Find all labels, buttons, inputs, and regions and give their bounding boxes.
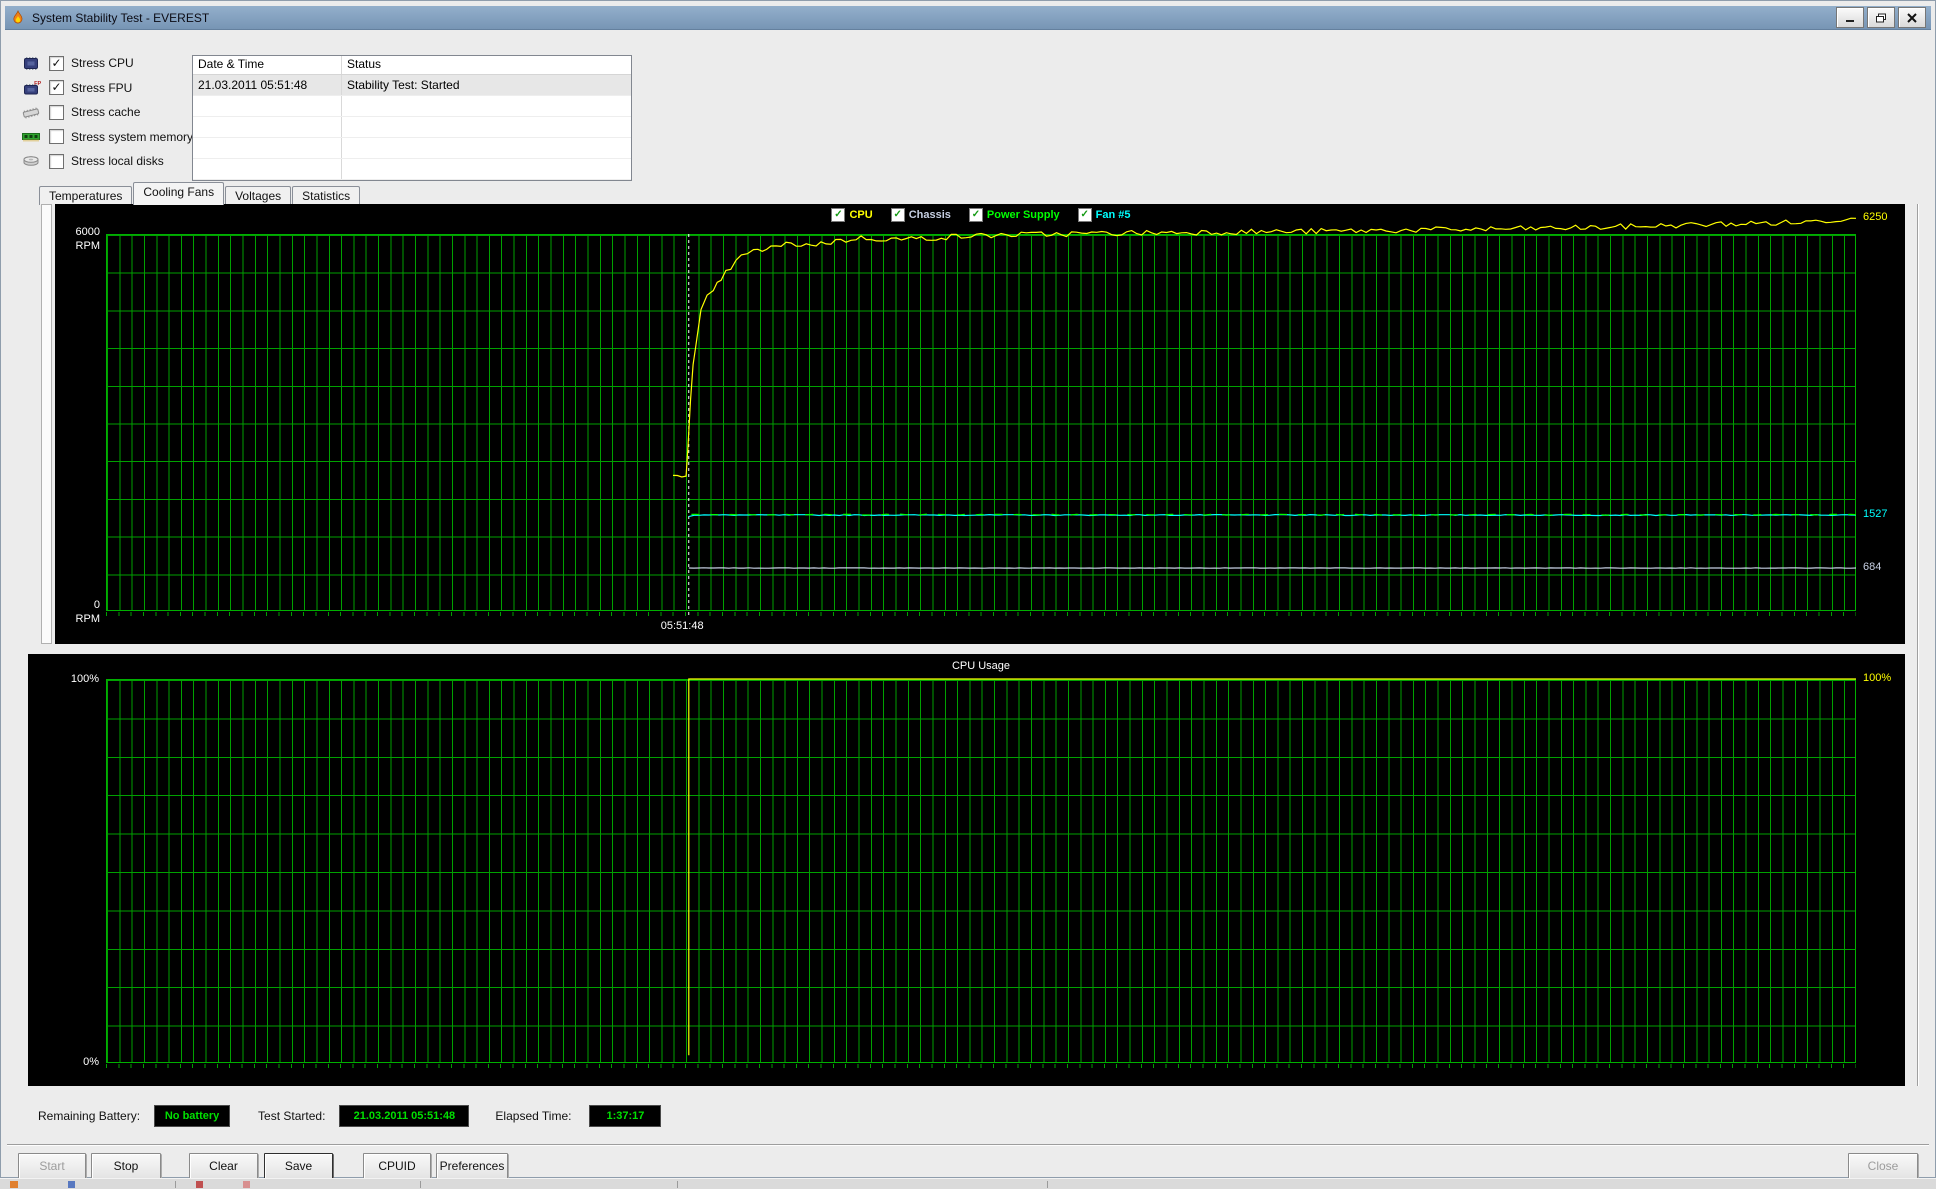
stress-option-label: Stress cache	[71, 105, 140, 119]
series-end-label-fan-5: 1527	[1863, 508, 1887, 520]
elapsed-time-value: 1:37:17	[589, 1105, 661, 1127]
y-axis-min-label: 0%	[28, 1056, 99, 1068]
column-header-date-time: Date & Time	[193, 56, 342, 74]
log-row-empty	[193, 117, 631, 138]
y-axis-unit-bottom: RPM	[55, 613, 100, 625]
y-axis-max-label: 100%	[28, 673, 99, 685]
tab-bar: TemperaturesCooling FansVoltagesStatisti…	[39, 182, 361, 205]
checkbox[interactable]	[49, 154, 64, 169]
series-cpu	[673, 218, 1856, 477]
save-button[interactable]: Save	[264, 1153, 333, 1179]
event-log-header: Date & Time Status	[193, 56, 631, 75]
legend-checkbox[interactable]: ✓	[831, 208, 845, 222]
stress-option-label: Stress CPU	[71, 56, 134, 70]
cpuid-button[interactable]: CPUID	[363, 1153, 431, 1179]
title-bar: System Stability Test - EVEREST	[5, 6, 1931, 30]
minimize-icon[interactable]	[1836, 7, 1864, 28]
chart-title: CPU Usage	[106, 660, 1856, 672]
preferences-button[interactable]: Preferences	[436, 1153, 508, 1179]
legend-item-power-supply[interactable]: ✓ Power Supply	[969, 208, 1060, 222]
checkbox[interactable]: ✓	[49, 56, 64, 71]
y-axis-max-label: 6000	[55, 226, 100, 238]
log-row[interactable]: 21.03.2011 05:51:48Stability Test: Start…	[193, 75, 631, 96]
window-title: System Stability Test - EVEREST	[32, 11, 1836, 25]
elapsed-time-label: Elapsed Time:	[495, 1109, 571, 1123]
y-axis-min-label: 0	[55, 599, 100, 611]
test-started-label: Test Started:	[258, 1109, 325, 1123]
legend-checkbox[interactable]: ✓	[969, 208, 983, 222]
status-bar: Remaining Battery: No battery Test Start…	[38, 1104, 661, 1128]
legend-label: Chassis	[909, 209, 951, 221]
stress-option-stress-cache[interactable]: Stress cache	[19, 102, 140, 122]
app-window: System Stability Test - EVEREST ✓ Stress …	[0, 0, 1936, 1178]
start-button[interactable]: Start	[18, 1153, 86, 1179]
legend-item-chassis[interactable]: ✓ Chassis	[891, 208, 951, 222]
right-panel-groove	[1917, 204, 1919, 1086]
stress-option-stress-cpu[interactable]: ✓ Stress CPU	[19, 53, 134, 73]
event-log-table: Date & Time Status 21.03.2011 05:51:48St…	[192, 55, 632, 181]
fpu-icon: ___FPU123___	[19, 80, 43, 95]
cpu-icon	[19, 56, 43, 71]
button-separator	[7, 1144, 1929, 1146]
disk-icon	[19, 154, 43, 169]
chart-legend: ✓ CPU ✓ Chassis ✓ Power Supply ✓ Fan #5	[106, 208, 1856, 222]
tab-voltages[interactable]: Voltages	[225, 186, 291, 205]
close-button[interactable]: Close	[1848, 1153, 1918, 1179]
fans-plot	[55, 204, 1905, 644]
background-window-sliver	[0, 1178, 1936, 1189]
stress-option-stress-fpu[interactable]: ___FPU123___ ✓ Stress FPU	[19, 78, 132, 98]
memory-icon	[19, 129, 43, 144]
stress-option-label: Stress FPU	[71, 81, 132, 95]
clear-button[interactable]: Clear	[189, 1153, 258, 1179]
series-end-label-cpu-usage: 100%	[1863, 672, 1891, 684]
log-row-empty	[193, 138, 631, 159]
close-icon[interactable]	[1898, 7, 1926, 28]
stress-option-stress-system-memory[interactable]: Stress system memory	[19, 127, 193, 147]
test-started-value: 21.03.2011 05:51:48	[339, 1105, 469, 1127]
series-cpu-usage	[689, 679, 1856, 1055]
fan-speed-chart: 05:51:48 684 1527 6250 6000 RPM 0 RPM ✓ CPU ✓ Chass…	[55, 204, 1905, 644]
legend-item-fan-5[interactable]: ✓ Fan #5	[1078, 208, 1131, 222]
restore-icon[interactable]	[1867, 7, 1895, 28]
battery-value: No battery	[154, 1105, 230, 1127]
flame-icon	[10, 10, 26, 26]
chart-scroll-strip[interactable]	[41, 204, 52, 644]
stress-option-label: Stress local disks	[71, 154, 164, 168]
legend-label: Power Supply	[987, 209, 1060, 221]
usage-plot	[28, 654, 1905, 1086]
checkbox[interactable]	[49, 105, 64, 120]
tab-temperatures[interactable]: Temperatures	[39, 186, 132, 205]
series-end-label-cpu: 6250	[1863, 211, 1887, 223]
cache-icon	[19, 105, 43, 120]
tab-cooling-fans[interactable]: Cooling Fans	[133, 182, 224, 205]
time-marker-label: 05:51:48	[661, 620, 704, 632]
y-axis-unit-top: RPM	[55, 240, 100, 252]
checkbox[interactable]	[49, 129, 64, 144]
cpu-usage-chart: 100% 100% 0% CPU Usage	[28, 654, 1905, 1086]
legend-checkbox[interactable]: ✓	[1078, 208, 1092, 222]
log-date-time: 21.03.2011 05:51:48	[193, 75, 342, 95]
checkbox[interactable]: ✓	[49, 80, 64, 95]
stress-option-stress-local-disks[interactable]: Stress local disks	[19, 151, 164, 171]
log-row-empty	[193, 96, 631, 117]
log-status: Stability Test: Started	[342, 75, 631, 95]
battery-label: Remaining Battery:	[38, 1109, 140, 1123]
legend-checkbox[interactable]: ✓	[891, 208, 905, 222]
legend-item-cpu[interactable]: ✓ CPU	[831, 208, 872, 222]
series-end-label-chassis: 684	[1863, 561, 1881, 573]
log-row-empty	[193, 159, 631, 180]
tab-statistics[interactable]: Statistics	[292, 186, 360, 205]
legend-label: CPU	[849, 209, 872, 221]
stress-option-label: Stress system memory	[71, 130, 193, 144]
legend-label: Fan #5	[1096, 209, 1131, 221]
stop-button[interactable]: Stop	[91, 1153, 161, 1179]
column-header-status: Status	[342, 56, 631, 74]
